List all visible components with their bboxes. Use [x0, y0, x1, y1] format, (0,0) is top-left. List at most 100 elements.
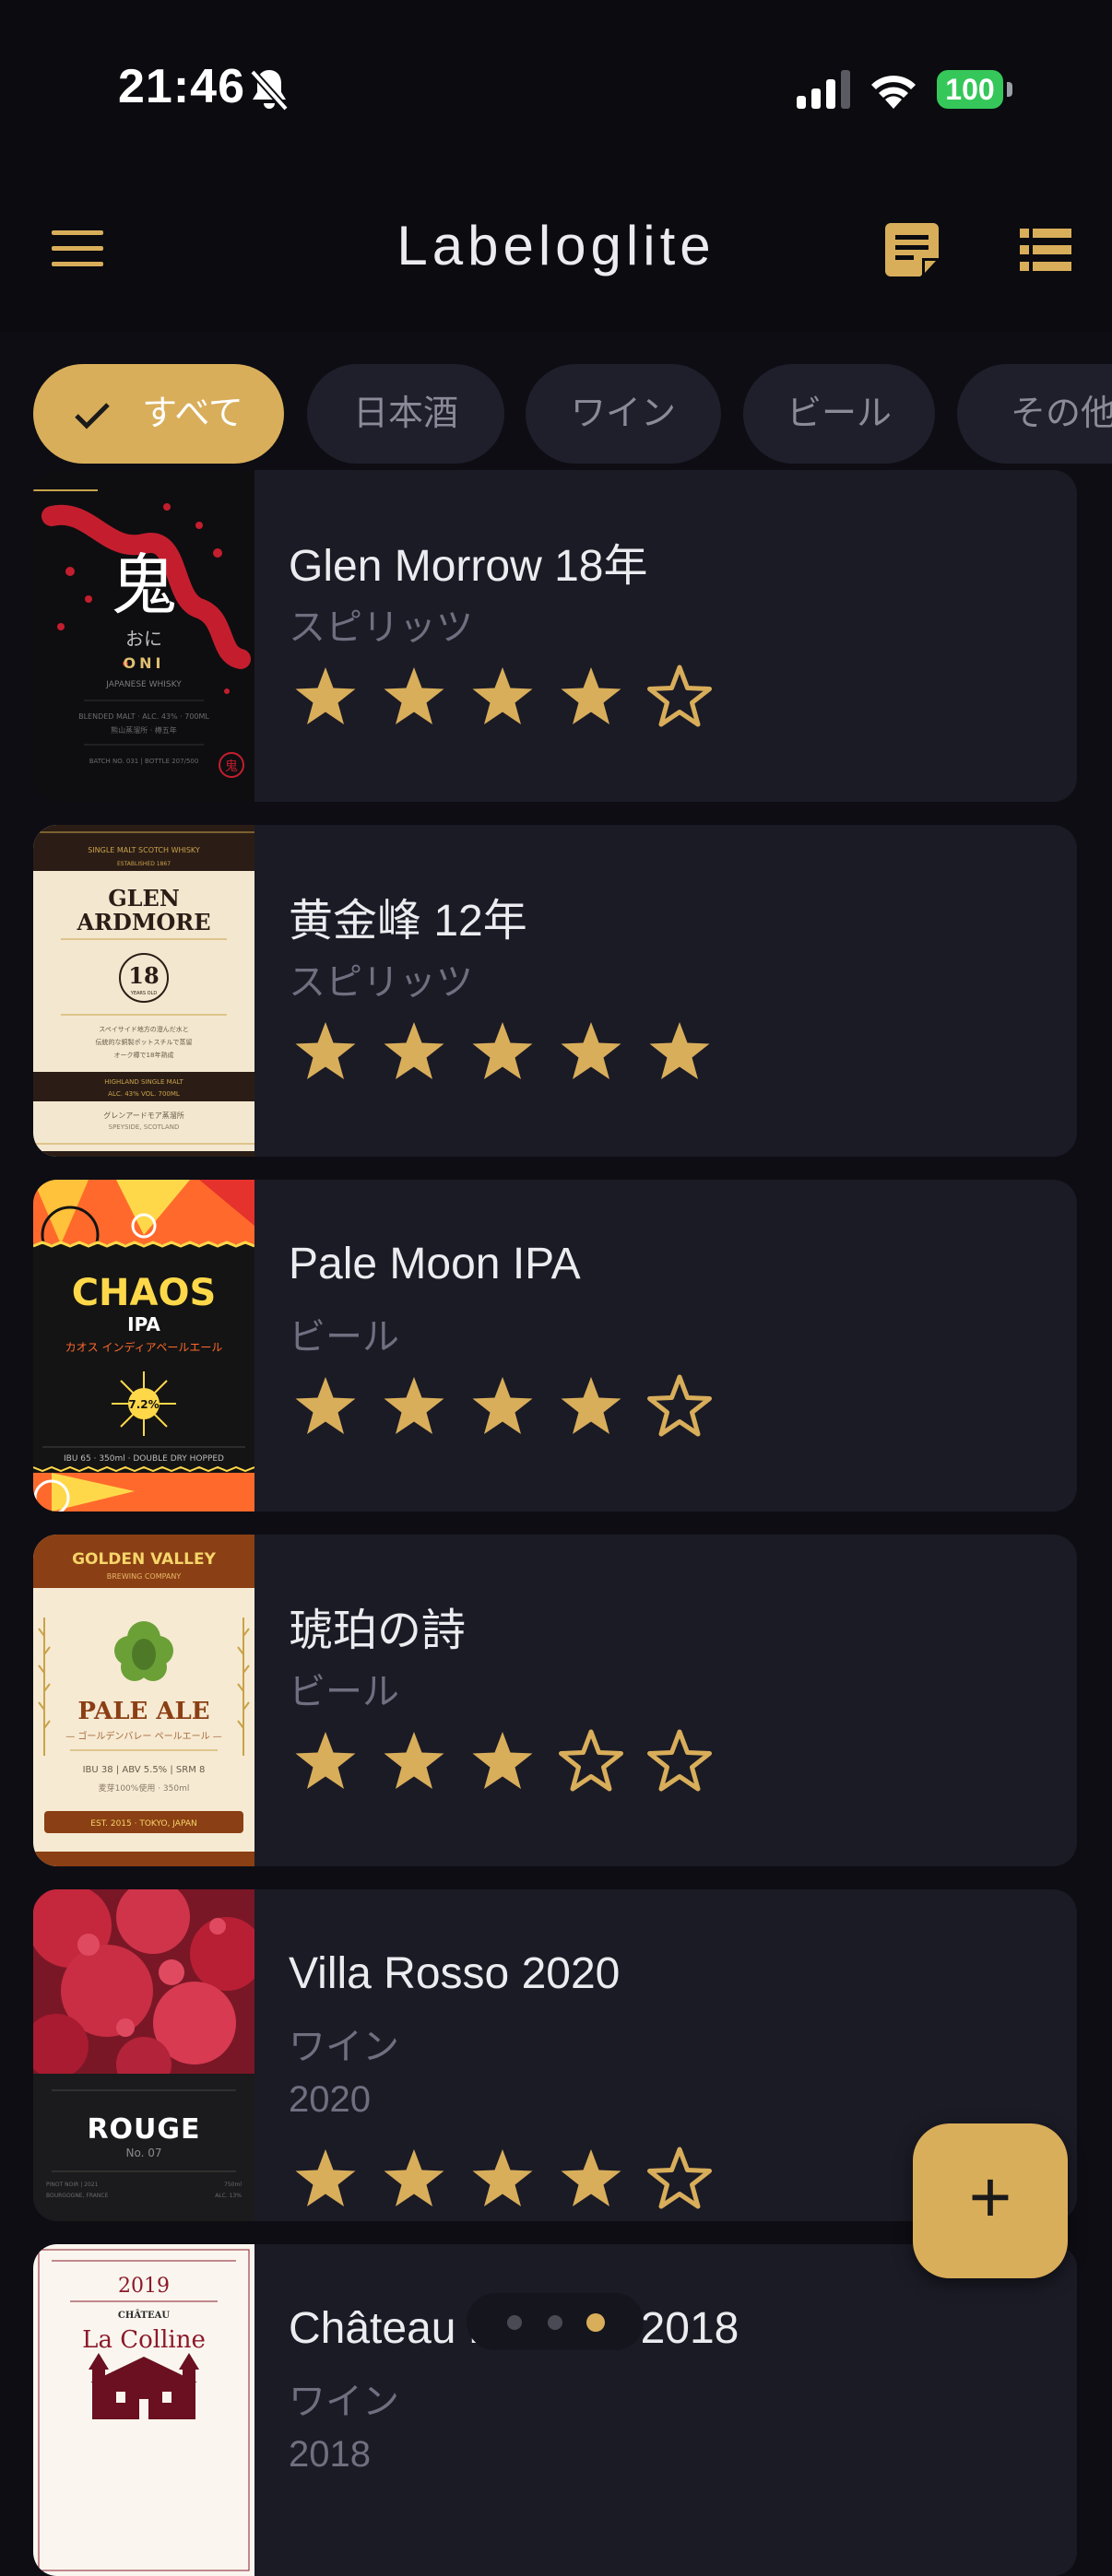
star-outline-icon [647, 2147, 712, 2209]
item-card[interactable]: GOLDEN VALLEY BREWING COMPANY PALE ALE —… [33, 1535, 1077, 1866]
label-jp: — ゴールデンバレー ペールエール — [65, 1730, 222, 1742]
filter-chip-sake[interactable]: 日本酒 [307, 364, 504, 464]
star-filled-icon [561, 1022, 621, 1079]
item-category: スピリッツ [289, 607, 473, 648]
label-foot: グレンアードモア蒸溜所 [103, 1111, 184, 1120]
add-item-button[interactable]: + [913, 2123, 1068, 2278]
item-category: ワイン [289, 2382, 399, 2422]
page-dot-active [586, 2313, 605, 2332]
label-thumbnail: ROUGE No. 07 PINOT NOIR | 2021 BOURGOGNE… [33, 1889, 254, 2221]
wifi-icon [871, 76, 916, 109]
label-specs: IBU 38 | ABV 5.5% | SRM 8 [83, 1765, 206, 1775]
cellular-signal-icon [797, 70, 850, 109]
star-filled-icon [384, 667, 444, 724]
label-vol: 麦芽100%使用 · 350ml [99, 1782, 190, 1794]
label-brand: ROUGE [87, 2113, 200, 2146]
list-view-icon[interactable] [1020, 229, 1071, 271]
label-band: ALC. 43% VOL. 700ML [108, 1090, 180, 1098]
label-line: 熊山蒸溜所 · 樽五年 [111, 725, 177, 735]
label-top: SINGLE MALT SCOTCH WHISKY [88, 846, 200, 854]
label-brand: ONI [124, 654, 165, 672]
page-dot [507, 2315, 522, 2330]
filter-chip-label: ビール [786, 394, 892, 433]
star-filled-icon [384, 1732, 444, 1789]
label-brand: GOLDEN VALLEY [72, 1550, 217, 1569]
label-band: HIGHLAND SINGLE MALT [104, 1078, 183, 1086]
label-brand: ARDMORE [76, 909, 210, 935]
filter-chip-wine[interactable]: ワイン [526, 364, 721, 464]
item-category: ワイン [289, 2027, 399, 2067]
star-filled-icon [561, 667, 621, 724]
label-kanji: 鬼 [111, 547, 177, 624]
label-thumbnail: 2019 CHÂTEAU La Colline [33, 2244, 254, 2576]
star-filled-icon [561, 1377, 621, 1434]
item-name: Glen Morrow 18年 [289, 542, 648, 591]
status-time: 21:46 [118, 60, 245, 113]
star-filled-icon [472, 667, 533, 724]
label-foot: SPEYSIDE, SCOTLAND [109, 1123, 180, 1131]
item-category: ビール [289, 1672, 399, 1712]
label-line: BLENDED MALT · ALC. 43% · 700ML [78, 712, 209, 721]
label-foot: IBU 65 · 350ml · DOUBLE DRY HOPPED [64, 1454, 224, 1464]
star-filled-icon [384, 2149, 444, 2206]
item-category: ビール [289, 1317, 399, 1358]
label-line: BOURGOGNE, FRANCE [46, 2193, 109, 2199]
label-line: PINOT NOIR | 2021 [46, 2182, 99, 2188]
item-card[interactable]: 鬼 おに ONI JAPANESE WHISKY BLENDED MALT · … [33, 470, 1077, 802]
filter-chip-all[interactable]: すべて [33, 364, 284, 464]
star-filled-icon [384, 1377, 444, 1434]
label-art-la-colline: 2019 CHÂTEAU La Colline [38, 2249, 250, 2571]
filter-chip-bar: すべて 日本酒 ワイン ビール その他 [0, 364, 1112, 465]
label-thumbnail: CHAOS IPA カオス インディアペールエール 7.2% IBU 65 · … [33, 1180, 254, 1511]
battery-level: 100 [945, 73, 995, 106]
label-art-glen-ardmore: SINGLE MALT SCOTCH WHISKY ESTABLISHED 18… [33, 825, 254, 1157]
label-desc: オーク樽で18年熟成 [114, 1051, 174, 1059]
star-outline-icon [647, 1729, 712, 1792]
label-thumbnail: 鬼 おに ONI JAPANESE WHISKY BLENDED MALT · … [33, 470, 254, 802]
label-brand: CHAOS [72, 1272, 217, 1314]
item-year: 2018 [289, 2434, 371, 2475]
item-name: Pale Moon IPA [289, 1240, 581, 1288]
app-title: Labeloglite [396, 215, 716, 276]
label-thumbnail: GOLDEN VALLEY BREWING COMPANY PALE ALE —… [33, 1535, 254, 1866]
star-filled-icon [384, 1022, 444, 1079]
label-est: EST. 2015 · TOKYO, JAPAN [90, 1819, 196, 1829]
item-category: スピリッツ [289, 962, 473, 1003]
label-style: PALE ALE [77, 1698, 209, 1725]
bell-muted-icon [250, 69, 289, 112]
star-filled-icon [649, 1022, 710, 1079]
label-sub: No. 07 [125, 2147, 161, 2159]
label-desc: スペイサイド地方の澄んだ水と [99, 1025, 189, 1033]
item-card[interactable]: SINGLE MALT SCOTCH WHISKY ESTABLISHED 18… [33, 825, 1077, 1157]
label-line: 750ml [224, 2182, 242, 2188]
label-jp: カオス インディアペールエール [65, 1340, 223, 1354]
star-outline-icon [647, 1374, 712, 1437]
label-top: CHÂTEAU [118, 2310, 170, 2321]
battery-cap [1007, 82, 1012, 97]
star-outline-icon [559, 1729, 623, 1792]
star-filled-icon [295, 1022, 356, 1079]
star-filled-icon [561, 2149, 621, 2206]
battery-indicator: 100 [937, 70, 1012, 109]
star-filled-icon [472, 1377, 533, 1434]
label-sub: IPA [127, 1313, 160, 1335]
sticky-note-icon[interactable] [885, 223, 939, 276]
filter-chip-other[interactable]: その他 [957, 364, 1112, 464]
label-abv: 7.2% [128, 1398, 159, 1411]
label-line: ALC. 13% [215, 2193, 242, 2199]
star-filled-icon [295, 2149, 356, 2206]
label-brand: GLEN [108, 885, 180, 912]
label-est: ESTABLISHED 1867 [117, 861, 171, 867]
item-name: Villa Rosso 2020 [289, 1949, 621, 1998]
item-name: 琥珀の詩 [289, 1606, 467, 1655]
check-icon [75, 403, 110, 429]
filter-chip-beer[interactable]: ビール [743, 364, 935, 464]
label-seal: 鬼 [225, 759, 238, 774]
page-indicator[interactable] [467, 2293, 644, 2350]
filter-chip-label: その他 [1010, 394, 1112, 433]
label-year: 2019 [118, 2275, 170, 2298]
plus-icon: + [968, 2156, 1012, 2238]
item-card[interactable]: CHAOS IPA カオス インディアペールエール 7.2% IBU 65 · … [33, 1180, 1077, 1511]
star-outline-icon [647, 665, 712, 727]
status-bar: 21:46 100 [0, 0, 1112, 175]
